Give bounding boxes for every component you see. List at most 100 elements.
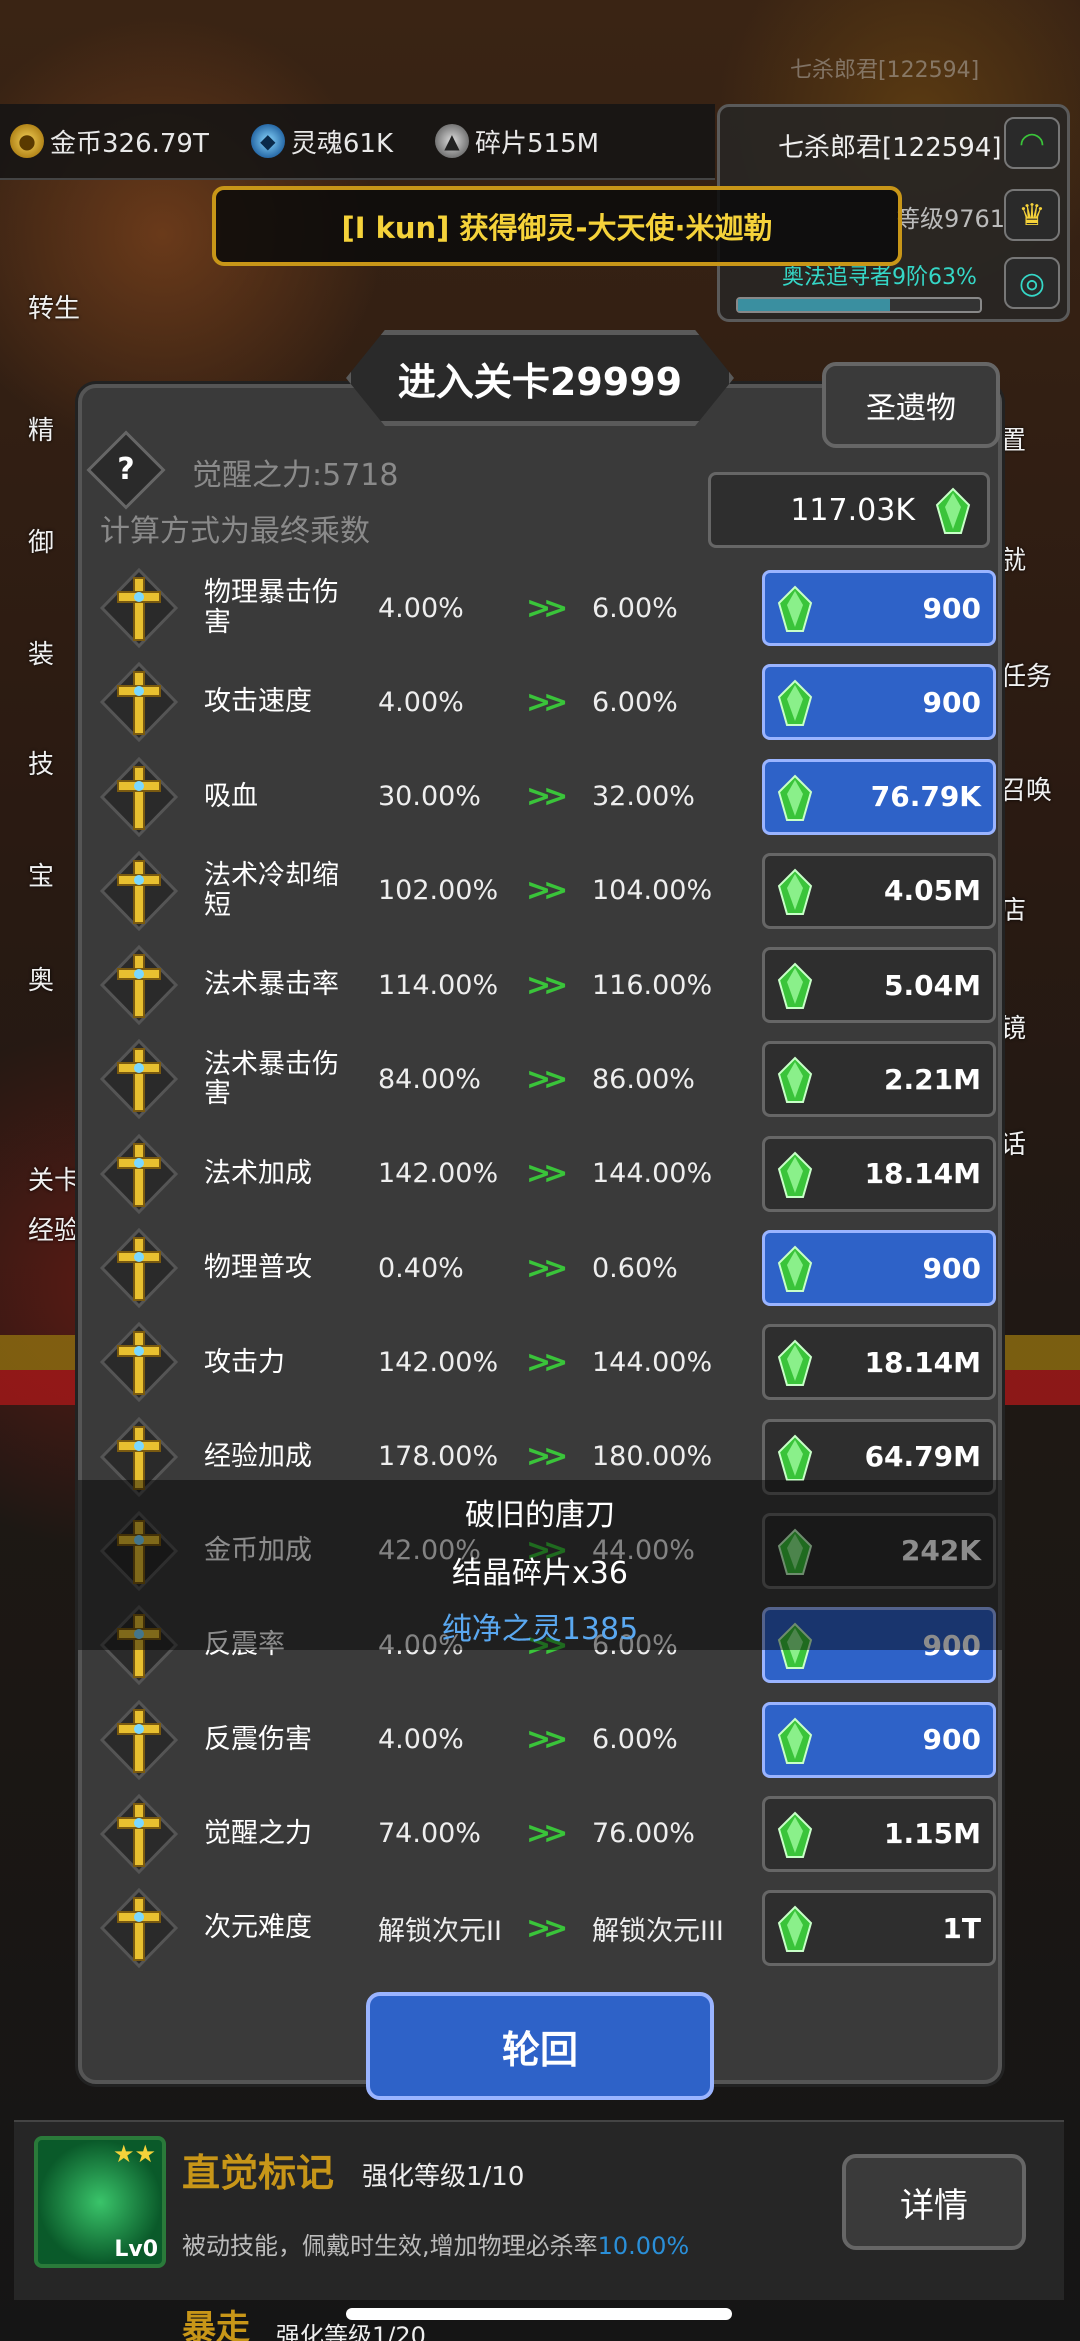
upgrade-next-value: 76.00% [592, 1818, 695, 1850]
upgrade-cost: 900 [922, 1723, 981, 1757]
upgrade-next-value: 144.00% [592, 1158, 713, 1190]
cross-icon [99, 1699, 179, 1780]
side-right-talk[interactable]: 话 [1000, 1124, 1026, 1161]
upgrade-row: 反震伤害 4.00% >> 6.00% 900 [96, 1696, 1000, 1790]
side-right-2[interactable]: 就 [1000, 540, 1026, 577]
awaken-power-label: 觉醒之力:5718 [192, 458, 399, 493]
loot-item-2: 结晶碎片x36 [452, 1556, 628, 1591]
upgrade-cost-button[interactable]: 900 [762, 570, 996, 646]
upgrade-current-value: 0.40% [378, 1252, 464, 1284]
upgrade-label: 物理普攻 [204, 1252, 312, 1284]
side-right-shop[interactable]: 店 [1000, 890, 1026, 927]
signal-icon[interactable]: ◠ [1004, 117, 1060, 169]
home-indicator[interactable] [346, 2308, 732, 2320]
upgrade-current-value: 142.00% [378, 1158, 499, 1190]
side-right-mirror[interactable]: 镜 [1000, 1008, 1026, 1045]
crystal-icon [777, 1717, 813, 1764]
upgrade-cost: 18.14M [864, 1345, 981, 1379]
side-menu-6[interactable]: 奥 [28, 960, 54, 997]
upgrade-label: 次元难度 [204, 1912, 312, 1944]
crystal-icon [777, 1245, 813, 1293]
stage-progress-fill [738, 299, 891, 311]
upgrade-row: 法术暴击伤害 84.00% >> 86.00% 2.21M [96, 1035, 1000, 1129]
crystal-icon [777, 1905, 813, 1953]
crystal-icon [777, 1057, 813, 1104]
side-menu-rebirth[interactable]: 转生 [28, 288, 80, 325]
upgrade-cost-button[interactable]: 1T [762, 1890, 996, 1967]
modal-title: 进入关卡29999 [346, 330, 734, 426]
upgrade-current-value: 解锁次元II [378, 1915, 502, 1947]
side-menu-2[interactable]: 御 [28, 522, 54, 559]
gold-resource: ● 金币326.79T [10, 123, 209, 160]
upgrade-cost-button[interactable]: 4.05M [762, 852, 996, 929]
loot-item-3: 纯净之灵1385 [441, 1612, 639, 1647]
upgrade-row: 物理暴击伤害 4.00% >> 6.00% 900 [96, 564, 1000, 658]
upgrade-label: 法术加成 [204, 1157, 312, 1189]
upgrade-label: 攻击速度 [204, 686, 312, 718]
soul-amount: 灵魂61K [290, 128, 393, 159]
upgrade-label: 觉醒之力 [204, 1818, 312, 1850]
upgrade-cost-button[interactable]: 900 [762, 664, 996, 741]
crown-icon[interactable]: ♛ [1004, 189, 1060, 241]
upgrade-cost-button[interactable]: 18.14M [762, 1135, 996, 1212]
cross-icon [99, 850, 179, 931]
upgrade-label: 法术暴击伤害 [204, 1048, 339, 1110]
crystal-icon [777, 1151, 813, 1198]
skill-desc-value: 10.00% [597, 2232, 690, 2260]
crystal-icon [777, 1811, 813, 1858]
upgrade-current-value: 74.00% [378, 1818, 481, 1850]
skill-enhance-level: 强化等级1/10 [362, 2162, 525, 2192]
skill-description: 被动技能，佩戴时生效,增加物理必杀率10.00% [182, 2226, 689, 2261]
upgrade-label: 法术冷却缩短 [204, 860, 339, 921]
crystal-icon [777, 1339, 813, 1387]
upgrade-row: 法术暴击率 114.00% >> 116.00% 5.04M [96, 941, 1000, 1035]
upgrade-label: 法术暴击率 [204, 969, 339, 1001]
double-arrow-icon: >> [526, 1344, 568, 1380]
upgrade-current-value: 114.00% [378, 969, 499, 1001]
relic-button[interactable]: 圣遗物 [822, 362, 1000, 448]
upgrade-cost: 1.15M [884, 1817, 981, 1851]
upgrade-cost-button[interactable]: 900 [762, 1230, 996, 1307]
side-menu-5[interactable]: 宝 [28, 856, 54, 893]
upgrade-cost-button[interactable]: 2.21M [762, 1041, 996, 1118]
cross-icon [99, 1888, 179, 1969]
crystal-icon [777, 962, 813, 1010]
upgrade-cost-button[interactable]: 900 [762, 1701, 996, 1778]
side-right-task[interactable]: 任务 [1000, 656, 1052, 693]
crystal-icon [777, 774, 813, 821]
cross-icon [99, 568, 179, 648]
double-arrow-icon: >> [526, 967, 568, 1003]
skill-icon[interactable]: ★★ Lv0 [34, 2136, 166, 2268]
side-right-1[interactable]: 置 [1000, 420, 1026, 457]
upgrade-row: 法术加成 142.00% >> 144.00% 18.14M [96, 1130, 1000, 1224]
skill-level-badge: Lv0 [114, 2237, 158, 2262]
double-arrow-icon: >> [526, 779, 568, 815]
double-arrow-icon: >> [526, 1722, 568, 1758]
detail-button[interactable]: 详情 [842, 2154, 1026, 2250]
side-menu-3[interactable]: 装 [28, 634, 54, 671]
upgrade-next-value: 86.00% [592, 1063, 695, 1095]
rebirth-button[interactable]: 轮回 [366, 1992, 714, 2100]
side-menu-4[interactable]: 技 [28, 744, 54, 781]
upgrade-cost-button[interactable]: 76.79K [762, 758, 996, 835]
total-crystal-display: 117.03K [708, 472, 990, 548]
cross-icon [99, 1322, 179, 1403]
upgrade-list: 物理暴击伤害 4.00% >> 6.00% 900 攻击速度 4.00% >> 6.00% 900… [96, 564, 1000, 1978]
upgrade-label: 反震伤害 [204, 1723, 312, 1755]
upgrade-cost-button[interactable]: 18.14M [762, 1324, 996, 1401]
double-arrow-icon: >> [526, 1250, 568, 1286]
crystal-icon [777, 868, 813, 915]
upgrade-cost-button[interactable]: 1.15M [762, 1795, 996, 1872]
upgrade-cost: 900 [922, 1251, 981, 1285]
resource-bar: ● 金币326.79T ◆ 灵魂61K ▲ 碎片515M [0, 104, 715, 180]
upgrade-cost-button[interactable]: 5.04M [762, 947, 996, 1024]
upgrade-label: 攻击力 [204, 1346, 285, 1378]
swirl-icon[interactable]: ◎ [1004, 257, 1060, 309]
upgrade-label: 物理暴击伤害 [204, 577, 339, 638]
upgrade-current-value: 142.00% [378, 1346, 499, 1378]
side-right-summon[interactable]: 召唤 [1000, 770, 1052, 807]
cross-icon [99, 662, 179, 743]
soul-icon: ◆ [250, 124, 285, 158]
upgrade-next-value: 144.00% [592, 1346, 713, 1378]
side-menu-1[interactable]: 精 [28, 410, 54, 447]
